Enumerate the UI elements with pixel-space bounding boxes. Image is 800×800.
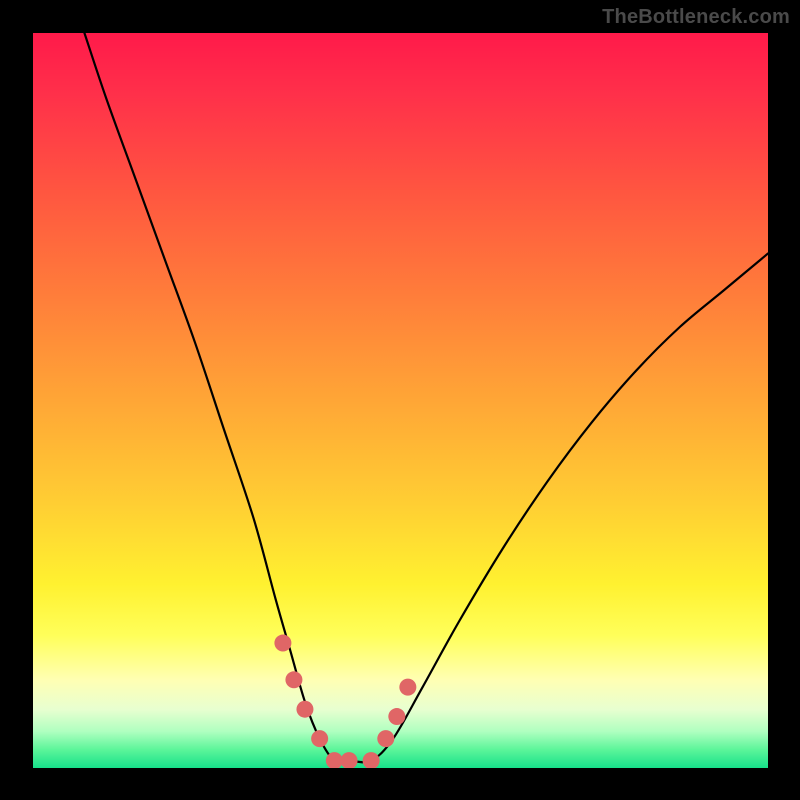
highlight-marker bbox=[296, 701, 313, 718]
bottleneck-curve bbox=[84, 33, 768, 762]
highlight-marker bbox=[285, 671, 302, 688]
watermark-text: TheBottleneck.com bbox=[602, 6, 790, 29]
highlight-marker bbox=[377, 730, 394, 747]
highlight-markers bbox=[274, 635, 416, 768]
highlight-marker bbox=[388, 708, 405, 725]
highlight-marker bbox=[311, 730, 328, 747]
highlight-marker bbox=[274, 635, 291, 652]
curve-layer bbox=[33, 33, 768, 768]
highlight-marker bbox=[399, 679, 416, 696]
chart-frame: TheBottleneck.com bbox=[0, 0, 800, 800]
highlight-marker bbox=[341, 752, 358, 768]
plot-area bbox=[33, 33, 768, 768]
highlight-marker bbox=[363, 752, 380, 768]
